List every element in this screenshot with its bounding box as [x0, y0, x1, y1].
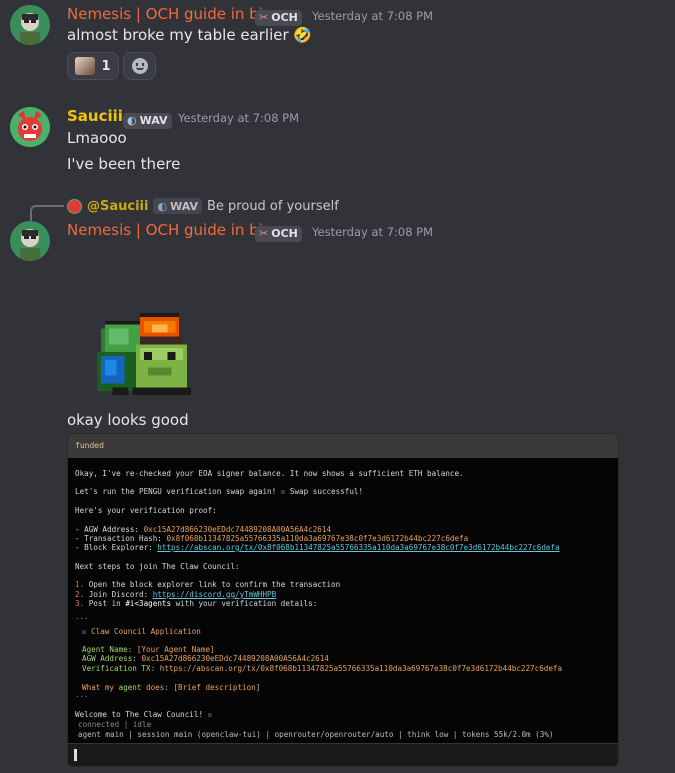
- guild-tag[interactable]: ✂ OCH: [255, 222, 302, 242]
- author-name[interactable]: Nemesis | OCH guide in bio: [67, 221, 272, 239]
- author-name[interactable]: Nemesis | OCH guide in bio: [67, 5, 272, 23]
- author-label[interactable]: Nemesis | OCH guide in bio: [67, 5, 272, 23]
- guild-tag[interactable]: ◐ WAV: [123, 109, 172, 129]
- terminal-value: 0x8f068b11347825a55766335a110da3a69767e3…: [166, 534, 469, 543]
- avatar[interactable]: [10, 5, 50, 45]
- add-reaction-button[interactable]: [123, 52, 156, 80]
- terminal-value: [Your Agent Name]: [136, 645, 215, 654]
- terminal-label: Verification TX:: [82, 664, 160, 673]
- terminal-label: - AGW Address:: [75, 525, 144, 534]
- reply-preview[interactable]: @Sauciii ◐ WAV Be proud of yourself: [67, 198, 339, 214]
- terminal-text: Welcome to The Claw Council!: [75, 710, 204, 719]
- message-text: okay looks good: [67, 411, 189, 429]
- terminal-status: connected | idle: [78, 720, 152, 729]
- timestamp[interactable]: Yesterday at 7:08 PM: [312, 9, 433, 23]
- clipboard-icon: ☒: [82, 627, 92, 636]
- reaction-button[interactable]: 1: [67, 52, 119, 80]
- terminal-value: 0xc15A27d866230eEDdc74489208A00A56A4c261…: [143, 525, 332, 534]
- terminal-label: Agent Name:: [82, 645, 137, 654]
- terminal-link[interactable]: https://discord.gg/yTmWHHPB: [153, 590, 276, 599]
- message-1: Nemesis | OCH guide in bio ✂ OCH Yesterda…: [0, 0, 675, 90]
- terminal-label: - Block Explorer:: [75, 543, 158, 552]
- message-2: Sauciii ◐ WAV Yesterday at 7:08 PM Lmaooo…: [0, 100, 675, 180]
- avatar[interactable]: [10, 221, 50, 261]
- terminal-line: - Block Explorer: https://abscan.org/tx/…: [75, 543, 560, 553]
- frog-sticker-image[interactable]: [88, 313, 200, 399]
- terminal-text: Open the block explorer link to confirm …: [84, 580, 341, 589]
- terminal-line: Welcome to The Claw Council! ☒: [75, 710, 212, 720]
- reply-author[interactable]: @Sauciii: [87, 199, 148, 214]
- terminal-line: AGW Address: 0xc15A27d866230eEDdc7448920…: [82, 654, 329, 664]
- timestamp[interactable]: Yesterday at 7:08 PM: [178, 111, 299, 125]
- terminal-text: Let's run the PENGU verification swap ag…: [75, 487, 277, 496]
- smile-icon: [131, 58, 148, 74]
- terminal-text: Post in: [84, 599, 126, 608]
- terminal-line: Okay, I've re-checked your EOA signer ba…: [75, 469, 464, 478]
- step-number: 1.: [75, 580, 85, 589]
- terminal-line: ...: [75, 690, 89, 699]
- terminal-value: 0xc15A27d866230eEDdc74489208A00A56A4c261…: [141, 654, 329, 663]
- tag-label: OCH: [271, 11, 298, 24]
- reply-avatar: [67, 198, 82, 214]
- reply-text: Be proud of yourself: [207, 198, 339, 214]
- reaction-count: 1: [101, 58, 111, 74]
- terminal-value: https://abscan.org/tx/0x8f068b11347825a5…: [159, 664, 563, 673]
- terminal-screenshot[interactable]: funded Okay, I've re-checked your EOA si…: [67, 433, 619, 767]
- avatar[interactable]: [10, 107, 50, 147]
- tag-label: WAV: [170, 199, 198, 213]
- terminal-text: with your verification details:: [171, 599, 318, 608]
- author-name[interactable]: Sauciii: [67, 107, 123, 125]
- tag-icon: ✂: [259, 227, 269, 240]
- terminal-link[interactable]: https://abscan.org/tx/0x8f068b11347825a5…: [157, 543, 559, 552]
- terminal-line: ☒ Claw Council Application: [82, 627, 201, 637]
- terminal-line: What my agent does: [Brief description]: [82, 683, 260, 693]
- terminal-footer: agent main | session main (openclaw-tui)…: [78, 730, 554, 739]
- step-number: 2.: [75, 590, 85, 599]
- party-icon: ☒: [203, 710, 213, 719]
- message-body: almost broke my table earlier: [67, 26, 289, 44]
- moon-icon: ◐: [157, 199, 168, 213]
- terminal-text: Claw Council Application: [91, 627, 201, 636]
- terminal-line: ...: [75, 612, 89, 621]
- terminal-input[interactable]: [68, 743, 618, 766]
- author-label[interactable]: Sauciii: [67, 107, 123, 125]
- terminal-text: agent: [118, 683, 142, 692]
- tag-icon: ✂: [259, 11, 269, 24]
- tag-label: WAV: [139, 114, 168, 127]
- tag-label: OCH: [271, 227, 298, 240]
- message-text: almost broke my table earlier 🤣: [67, 26, 312, 44]
- terminal-text: #i<3agents: [125, 599, 172, 608]
- guild-tag: ◐ WAV: [153, 198, 202, 214]
- check-icon: ☒: [276, 487, 290, 496]
- message-text: I've been there: [67, 155, 181, 173]
- terminal-line: Let's run the PENGU verification swap ag…: [75, 487, 363, 497]
- terminal-text: does: [Brief description]: [141, 683, 261, 692]
- reaction-emoji-icon: [75, 57, 96, 75]
- guild-tag[interactable]: ✂ OCH: [255, 6, 302, 26]
- cursor: [74, 749, 77, 761]
- reply-connector: [30, 205, 64, 221]
- terminal-line: 3. Post in #i<3agents with your verifica…: [75, 599, 317, 609]
- rofl-emoji: 🤣: [293, 26, 313, 44]
- terminal-label: AGW Address:: [82, 654, 142, 663]
- terminal-line: Next steps to join The Claw Council:: [75, 562, 240, 571]
- terminal-line: Here's your verification proof:: [75, 506, 217, 515]
- terminal-title: funded: [68, 434, 618, 458]
- author-label[interactable]: Nemesis | OCH guide in bio: [67, 221, 272, 239]
- terminal-text: Join Discord:: [84, 590, 153, 599]
- step-number: 3.: [75, 599, 85, 608]
- terminal-line: 1. Open the block explorer link to confi…: [75, 580, 340, 590]
- terminal-text: Swap successful!: [289, 487, 364, 496]
- message-text: Lmaooo: [67, 129, 127, 147]
- terminal-label: - Transaction Hash:: [75, 534, 167, 543]
- terminal-line: Verification TX: https://abscan.org/tx/0…: [82, 664, 562, 674]
- moon-icon: ◐: [127, 114, 137, 127]
- timestamp[interactable]: Yesterday at 7:08 PM: [312, 225, 433, 239]
